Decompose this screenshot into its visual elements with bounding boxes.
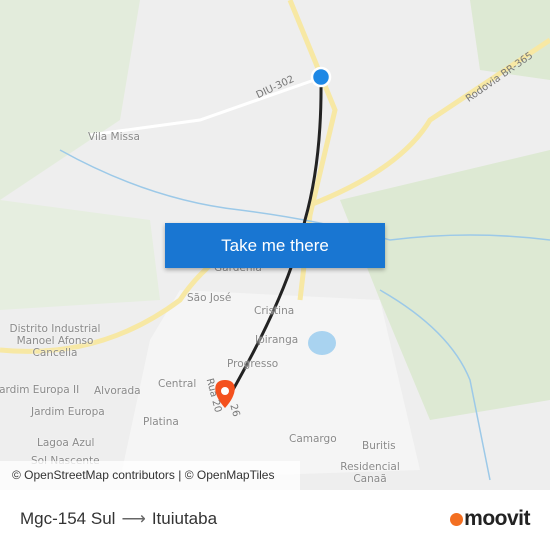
destination-name: Ituiutaba — [151, 509, 218, 528]
place-label: Platina — [143, 416, 179, 428]
place-label: Ipiranga — [255, 334, 299, 346]
place-label: Lagoa Azul — [37, 437, 95, 449]
place-label: Central — [158, 378, 197, 390]
footer: Mgc-154 Sul ⟶ Ituiutaba moovit — [0, 490, 550, 550]
moovit-logo: moovit — [450, 507, 530, 531]
origin-name: Mgc-154 Sul — [20, 509, 116, 528]
arrow-right-icon: ⟶ — [121, 509, 146, 528]
origin-marker — [310, 66, 332, 88]
place-label: Jardim Europa II — [0, 384, 80, 396]
place-label: Progresso — [227, 358, 279, 370]
place-label: Jardim Europa — [31, 406, 105, 418]
moovit-pin-icon — [450, 513, 464, 526]
map-attribution[interactable]: © OpenStreetMap contributors | © OpenMap… — [0, 461, 300, 490]
moovit-wordmark: moovit — [464, 507, 530, 530]
place-label: Residencial Canaã — [340, 461, 400, 485]
place-label: Alvorada — [94, 385, 141, 397]
route-title: Mgc-154 Sul ⟶ Ituiutaba — [20, 509, 217, 529]
lake — [308, 331, 336, 355]
place-label: São José — [187, 292, 232, 304]
green-area — [0, 200, 160, 310]
take-me-there-button[interactable]: Take me there — [165, 223, 385, 268]
place-label: Camargo — [289, 433, 337, 445]
map[interactable]: DIU-302 Rodovia BR-365 Rua 20 26 Vila Mi… — [0, 0, 550, 490]
place-label: Cristina — [254, 305, 295, 317]
green-area — [0, 0, 140, 200]
place-label: Distrito Industrial Manoel Afonso Cancel… — [9, 323, 101, 359]
place-label: Vila Missa — [88, 131, 140, 143]
place-label: Buritis — [362, 440, 396, 452]
